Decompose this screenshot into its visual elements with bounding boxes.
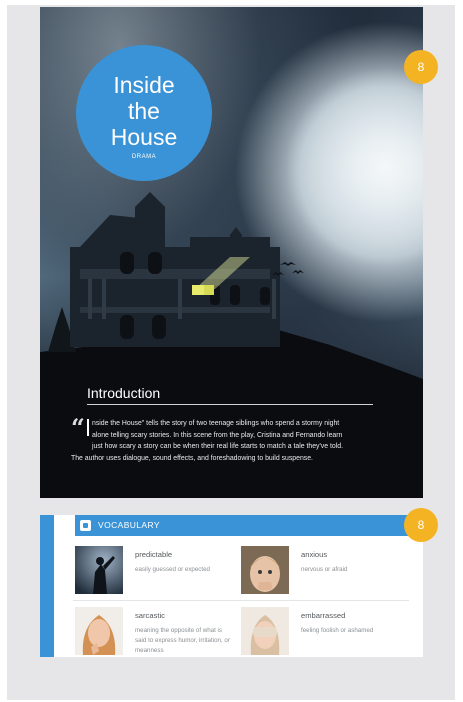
story-cover: Inside the House DRAMA Introduction “ ns…: [40, 7, 423, 498]
genre-label: DRAMA: [131, 154, 157, 160]
sarcastic-thumbnail: [75, 607, 123, 655]
vocab-word-predictable[interactable]: predictable easily guessed or expected: [75, 546, 235, 596]
anxious-thumbnail: [241, 546, 289, 594]
definition-text: feeling foolish or ashamed: [301, 627, 374, 634]
intro-line-2: alone telling scary stories. In this sce…: [92, 431, 343, 439]
quote-icon: “: [71, 413, 85, 442]
intro-line-3: just how scary a story can be when their…: [92, 443, 344, 451]
definition-text: meaning the opposite of what is said to …: [135, 627, 230, 654]
vocab-word-anxious[interactable]: anxious nervous or afraid: [241, 546, 411, 596]
intro-line-1: nside the House" tells the story of two …: [92, 420, 340, 427]
vocab-word-embarrassed[interactable]: embarrassed feeling foolish or ashamed: [241, 607, 411, 657]
row-divider: [73, 600, 409, 601]
introduction-divider: [87, 404, 373, 405]
book-icon: [80, 520, 91, 531]
vocabulary-title: VOCABULARY: [98, 520, 160, 530]
title-badge: Inside the House DRAMA: [76, 45, 212, 181]
predictable-thumbnail: [75, 546, 123, 594]
definition-text: easily guessed or expected: [135, 566, 210, 573]
title-line-3: House: [110, 124, 178, 150]
introduction-heading: Introduction: [87, 385, 161, 401]
vocabulary-stripe: [40, 515, 54, 657]
definition-text: nervous or afraid: [301, 566, 348, 573]
term-label: sarcastic: [135, 611, 165, 620]
page-number-badge[interactable]: 8: [404, 50, 438, 84]
embarrassed-thumbnail: [241, 607, 289, 655]
term-label: embarrassed: [301, 611, 346, 620]
introduction-text: nside the House" tells the story of two …: [71, 418, 386, 464]
title-line-1: Inside: [113, 72, 175, 98]
vocab-word-sarcastic[interactable]: sarcastic meaning the opposite of what i…: [75, 607, 235, 657]
title-line-2: the: [128, 98, 160, 124]
term-label: anxious: [301, 550, 328, 559]
story-title: Inside the House: [76, 72, 212, 150]
vocabulary-page-badge[interactable]: 8: [404, 508, 438, 542]
vocabulary-panel: VOCABULARY predictable easily guessed or…: [40, 515, 423, 657]
term-label: predictable: [135, 550, 173, 559]
intro-line-4: The author uses dialogue, sound effects,…: [71, 454, 313, 462]
